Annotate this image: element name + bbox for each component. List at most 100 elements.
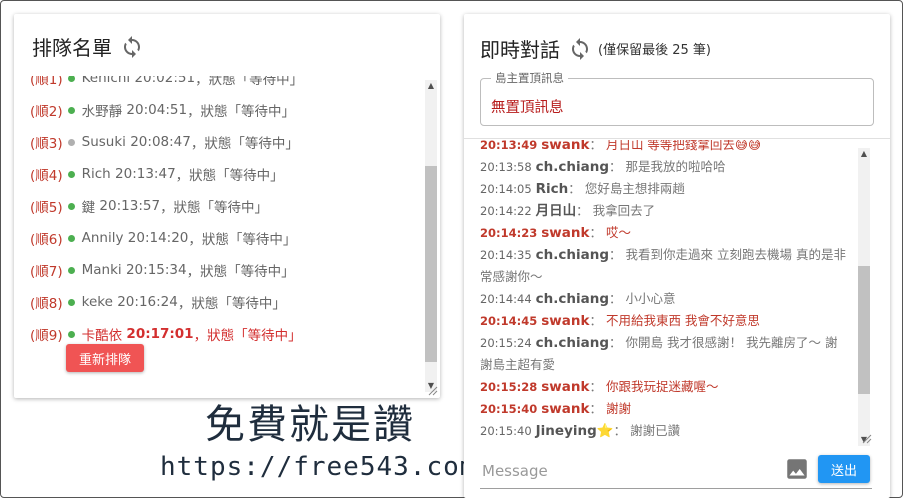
message-separator: ：: [613, 423, 627, 438]
chat-message: 20:14:22 月日山： 我拿回去了: [480, 200, 848, 222]
pinned-message-box: 島主置頂訊息 無置頂訊息: [480, 70, 874, 126]
message-separator: ：: [609, 335, 622, 350]
message-text: 我拿回去了: [592, 203, 656, 218]
message-author: ch.chiang: [535, 159, 610, 175]
refresh-icon[interactable]: [568, 37, 592, 61]
message-text: 小小心意: [625, 291, 676, 306]
queue-scrollbar[interactable]: ▲ ▼: [425, 80, 437, 392]
queue-index: (順3): [30, 136, 63, 152]
scroll-thumb[interactable]: [858, 266, 870, 394]
queue-item: (順8) keke 20:16:24 ，狀態「等待中」: [30, 292, 286, 312]
queue-time: 20:04:51: [126, 102, 188, 118]
message-author: ch.chiang: [535, 291, 610, 307]
message-separator: ：: [589, 140, 602, 152]
queue-status: ，狀態「等待中」: [193, 328, 302, 344]
queue-time: 20:02:51: [134, 76, 196, 86]
resize-handle[interactable]: [428, 386, 438, 396]
message-separator: ：: [589, 225, 602, 240]
chat-retention-note: (僅保留最後 25 筆): [598, 43, 711, 58]
queue-item: (順6) Annily 20:14:20 ，狀態「等待中」: [30, 228, 296, 248]
message-time: 20:14:45: [480, 314, 538, 328]
queue-status: ，狀態「等待中」: [187, 104, 296, 120]
queue-user-name: Kenichi: [81, 76, 131, 86]
message-time: 20:14:05: [480, 182, 532, 196]
send-button[interactable]: 送出: [818, 455, 870, 483]
message-time: 20:14:22: [480, 204, 532, 218]
message-text: 哎～: [605, 225, 631, 240]
chat-message: 20:14:45 swank： 不用給我東西 我會不好意思: [480, 310, 848, 332]
message-author: swank: [541, 313, 590, 329]
message-separator: ：: [589, 379, 602, 394]
refresh-icon[interactable]: [120, 35, 144, 59]
queue-status: ，狀態「等待中」: [160, 200, 269, 216]
status-dot-icon: [67, 202, 75, 210]
message-time: 20:14:23: [480, 226, 538, 240]
requeue-button[interactable]: 重新排隊: [66, 344, 144, 372]
message-time: 20:14:44: [480, 292, 532, 306]
message-time: 20:13:49: [480, 140, 538, 152]
message-time: 20:14:35: [480, 248, 532, 262]
message-separator: ：: [589, 401, 602, 416]
message-author: ch.chiang: [535, 247, 610, 263]
message-author: swank: [541, 379, 590, 395]
resize-handle[interactable]: [862, 434, 872, 444]
queue-user-name: Manki: [81, 262, 122, 278]
queue-user-name: Annily: [81, 230, 124, 246]
message-text: 您好島主想排兩趟: [584, 181, 685, 196]
image-icon[interactable]: [784, 456, 810, 482]
queue-user-name: 鍵: [81, 200, 96, 216]
message-time: 20:13:58: [480, 160, 532, 174]
chat-message: 20:13:49 swank： 月日山 等等把錢拿回去😅😅: [480, 140, 848, 156]
chat-message: 20:15:28 swank： 你跟我玩捉迷藏喔～: [480, 376, 848, 398]
message-text: 那是我放的啦哈哈: [625, 159, 726, 174]
message-list: 20:13:49 swank： 月日山 等等把錢拿回去😅😅 20:13:58 ch.ch…: [480, 140, 856, 446]
queue-status: ，狀態「等待中」: [188, 232, 297, 248]
queue-status: ，狀態「等待中」: [190, 136, 299, 152]
queue-time: 20:08:47: [130, 134, 191, 150]
chat-message: 20:14:35 ch.chiang： 我看到你走過來 立刻跑去機場 真的是非常感謝…: [480, 244, 848, 288]
message-time: 20:15:40: [480, 424, 532, 438]
queue-title: 排隊名單: [32, 32, 144, 61]
message-author: swank: [541, 225, 590, 241]
status-dot-icon: [67, 170, 75, 178]
queue-user-name: Susuki: [81, 134, 126, 150]
scroll-up-arrow[interactable]: ▲: [425, 80, 437, 92]
queue-index: (順6): [30, 232, 63, 248]
queue-time: 20:13:57: [99, 198, 161, 214]
queue-item: (順2) 水野靜 20:04:51 ，狀態「等待中」: [30, 100, 295, 120]
message-time: 20:15:24: [480, 336, 532, 350]
queue-index: (順2): [30, 104, 63, 120]
chat-title-text: 即時對話: [480, 38, 560, 62]
status-dot-icon: [67, 138, 75, 146]
queue-index: (順5): [30, 200, 63, 216]
message-text: 你開島 我才很感謝！ 我先離房了～ 謝謝島主超有愛: [480, 335, 838, 372]
queue-user-name: 水野靜: [81, 104, 123, 120]
status-dot-icon: [67, 298, 75, 306]
message-separator: ：: [589, 313, 602, 328]
queue-item: (順7) Manki 20:15:34 ，狀態「等待中」: [30, 260, 295, 280]
chat-message: 20:15:24 ch.chiang： 你開島 我才很感謝！ 我先離房了～ 謝謝島主…: [480, 332, 848, 376]
queue-item: (順5) 鍵 20:13:57 ，狀態「等待中」: [30, 196, 268, 216]
queue-status: ，狀態「等待中」: [195, 76, 304, 88]
queue-index: (順8): [30, 296, 63, 312]
queue-time: 20:17:01: [126, 326, 194, 342]
chat-scrollbar[interactable]: ▲ ▼: [858, 148, 870, 446]
scroll-thumb[interactable]: [425, 166, 437, 362]
queue-card: 排隊名單 (順1) Kenichi 20:02:51 ，狀態「等待中」 (順2) 水野靜…: [14, 14, 440, 398]
queue-index: (順9): [30, 328, 63, 344]
divider: [464, 138, 890, 139]
message-author: swank: [541, 140, 590, 153]
chat-message: 20:15:40 swank： 謝謝: [480, 398, 848, 420]
queue-status: ，狀態「等待中」: [177, 296, 286, 312]
scroll-up-arrow[interactable]: ▲: [858, 148, 870, 160]
status-dot-icon: [67, 266, 75, 274]
status-dot-icon: [67, 330, 75, 338]
message-text: 我看到你走過來 立刻跑去機場 真的是非常感謝你～: [480, 247, 846, 284]
message-author: Jineying⭐: [535, 423, 614, 439]
chat-title: 即時對話 (僅保留最後 25 筆): [480, 34, 711, 63]
queue-item: (順1) Kenichi 20:02:51 ，狀態「等待中」: [30, 76, 303, 88]
status-dot-icon: [67, 76, 75, 82]
queue-title-text: 排隊名單: [32, 36, 112, 60]
message-input[interactable]: [480, 458, 774, 484]
queue-item: (順4) Rich 20:13:47 ，狀態「等待中」: [30, 164, 284, 184]
